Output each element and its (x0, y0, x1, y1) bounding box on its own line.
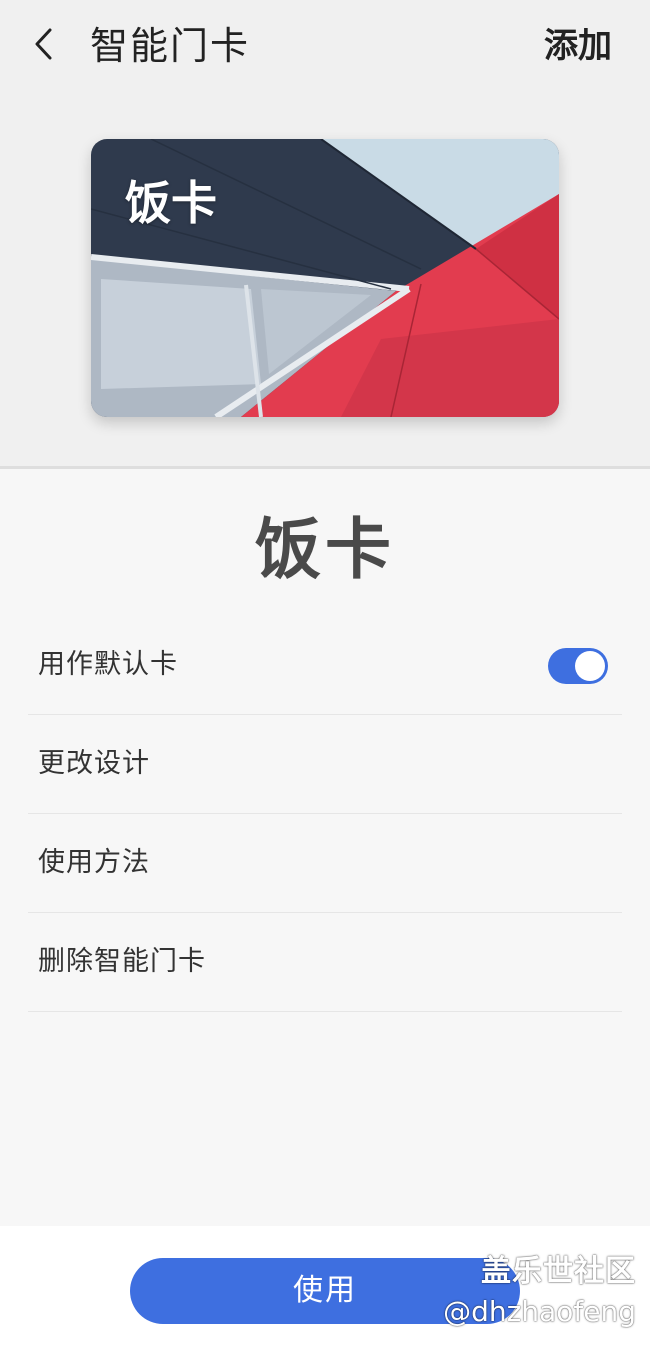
delete-card-label: 删除智能门卡 (38, 946, 206, 977)
usage-row[interactable]: 使用方法 (28, 814, 622, 913)
back-button[interactable] (22, 22, 66, 66)
card-name-label: 饭卡 (125, 176, 217, 230)
watermark-handle: @dhzhaofeng (443, 1295, 636, 1328)
card-title: 饭卡 (255, 511, 395, 588)
change-design-row[interactable]: 更改设计 (28, 715, 622, 814)
door-card-image[interactable]: 饭卡 (91, 139, 559, 417)
watermark: 盖乐世社区 @dhzhaofeng (443, 1252, 636, 1332)
page-title: 智能门卡 (90, 24, 251, 68)
app-header: 智能门卡 添加 (0, 0, 650, 92)
add-button[interactable]: 添加 (544, 22, 612, 70)
toggle-knob (575, 651, 605, 681)
default-card-row[interactable]: 用作默认卡 (28, 616, 622, 715)
default-card-toggle[interactable] (548, 648, 608, 684)
watermark-community: 盖乐世社区 (481, 1254, 636, 1289)
section-divider (0, 466, 650, 469)
chevron-left-icon (35, 28, 52, 60)
delete-card-row[interactable]: 删除智能门卡 (28, 913, 622, 1012)
default-card-label: 用作默认卡 (38, 649, 178, 680)
usage-label: 使用方法 (38, 847, 150, 878)
change-design-label: 更改设计 (38, 748, 150, 779)
